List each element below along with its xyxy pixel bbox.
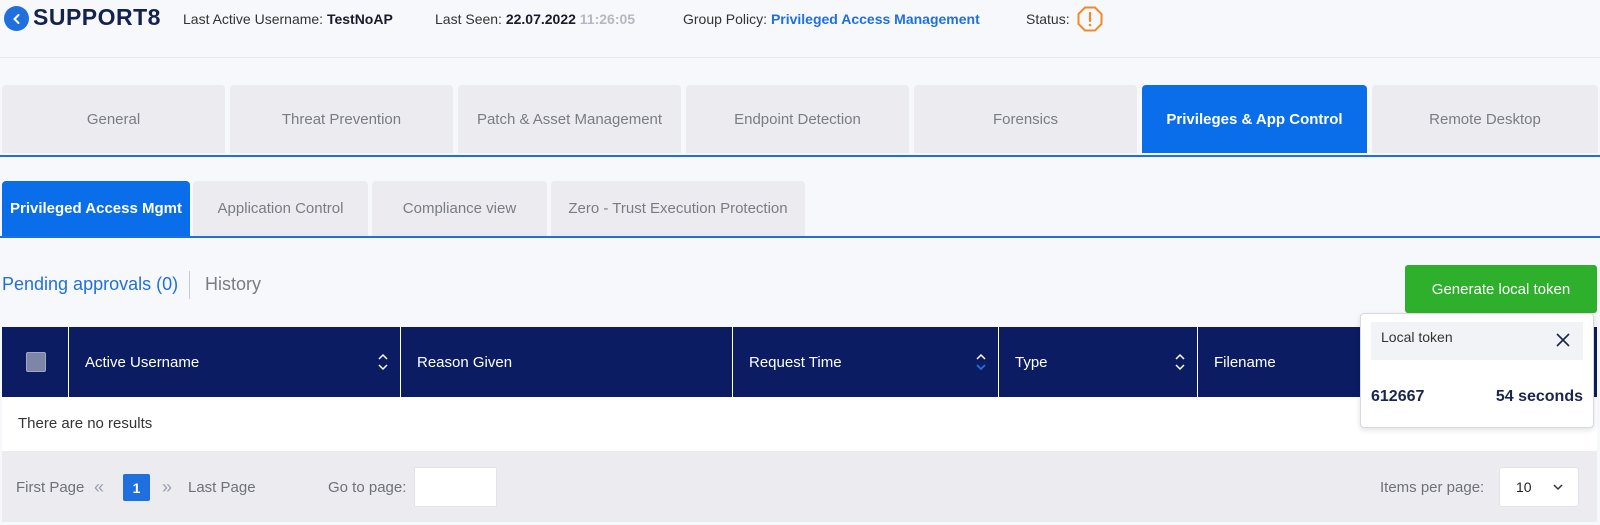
double-chevron-right-icon[interactable]: » [162,477,172,498]
last-seen-date: 22.07.2022 [505,11,576,27]
tab-privileges-app-control[interactable]: Privileges & App Control [1142,85,1367,153]
subtabs-underline [0,236,1600,238]
sort-icon[interactable] [378,353,388,371]
column-label: Reason Given [417,353,513,371]
back-button[interactable] [4,6,29,31]
last-active-info: Last Active Username: TestNoAP [183,11,393,27]
empty-results: There are no results [2,397,1597,451]
header-divider [0,57,1600,58]
column-label: Active Username [85,353,200,371]
last-seen-info: Last Seen: 22.07.2022 11:26:05 [435,11,635,27]
items-per-page-value: 10 [1516,479,1532,495]
double-chevron-left-icon[interactable]: « [94,477,104,498]
top-bar: SUPPORT8 Last Active Username: TestNoAP … [0,0,1600,38]
tab-remote-desktop[interactable]: Remote Desktop [1372,85,1598,153]
chevron-left-icon [12,13,19,24]
sub-tabs: Privileged Access Mgmt Application Contr… [0,181,1600,237]
select-all-checkbox[interactable] [26,352,46,372]
last-active-value: TestNoAP [326,11,393,27]
sort-icon[interactable] [1175,353,1185,371]
sort-icon[interactable] [976,353,986,371]
brand-title: SUPPORT8 [33,4,161,30]
main-tabs: General Threat Prevention Patch & Asset … [0,85,1600,155]
token-code: 612667 [1371,388,1425,405]
popup-header: Local token [1371,322,1583,360]
subtab-application-control[interactable]: Application Control [193,181,368,236]
group-policy-info: Group Policy: Privileged Access Manageme… [683,11,980,27]
subtab-privileged-access-mgmt[interactable]: Privileged Access Mgmt [2,181,190,236]
tab-threat-prevention[interactable]: Threat Prevention [230,85,453,153]
select-all-cell [2,327,69,397]
tabs-underline [0,155,1600,157]
items-per-page-select[interactable]: 10 [1499,467,1579,507]
last-page-link[interactable]: Last Page [188,479,256,496]
chevron-down-icon [1553,484,1563,491]
last-active-label: Last Active Username: [183,11,324,27]
history-tab[interactable]: History [205,274,261,295]
local-token-popup: Local token 612667 54 seconds [1360,313,1594,428]
column-request-time[interactable]: Request Time [733,327,999,397]
tab-general[interactable]: General [2,85,225,153]
generate-local-token-button[interactable]: Generate local token [1405,265,1597,313]
column-label: Filename [1214,353,1276,371]
current-page[interactable]: 1 [123,474,150,501]
status-label: Status: [1026,11,1070,27]
column-active-username[interactable]: Active Username [69,327,401,397]
section-divider [189,271,190,299]
tab-forensics[interactable]: Forensics [914,85,1137,153]
column-type[interactable]: Type [999,327,1198,397]
popup-title: Local token [1381,329,1453,345]
subtab-zero-trust-execution[interactable]: Zero - Trust Execution Protection [551,181,805,236]
table-header: Active Username Reason Given Request Tim… [2,327,1597,397]
last-seen-time: 11:26:05 [579,11,636,27]
tab-patch-asset-management[interactable]: Patch & Asset Management [458,85,681,153]
subtab-compliance-view[interactable]: Compliance view [372,181,547,236]
pagination-bar: First Page « 1 » Last Page Go to page: I… [2,451,1597,522]
go-to-page-label: Go to page: [328,479,407,496]
token-timer: 54 seconds [1495,388,1583,405]
pending-approvals-tab[interactable]: Pending approvals (0) [2,274,178,295]
group-policy-label: Group Policy: [683,11,768,27]
go-to-page-input[interactable] [414,467,497,507]
last-seen-label: Last Seen: [435,11,502,27]
tab-endpoint-detection[interactable]: Endpoint Detection [686,85,909,153]
group-policy-link[interactable]: Privileged Access Management [771,11,980,27]
column-label: Type [1015,353,1048,371]
first-page-link[interactable]: First Page [16,479,84,496]
column-label: Request Time [749,353,842,371]
column-reason-given: Reason Given [401,327,733,397]
close-icon[interactable] [1555,332,1571,348]
items-per-page-label: Items per page: [1380,479,1485,496]
warning-octagon-icon [1077,6,1103,32]
